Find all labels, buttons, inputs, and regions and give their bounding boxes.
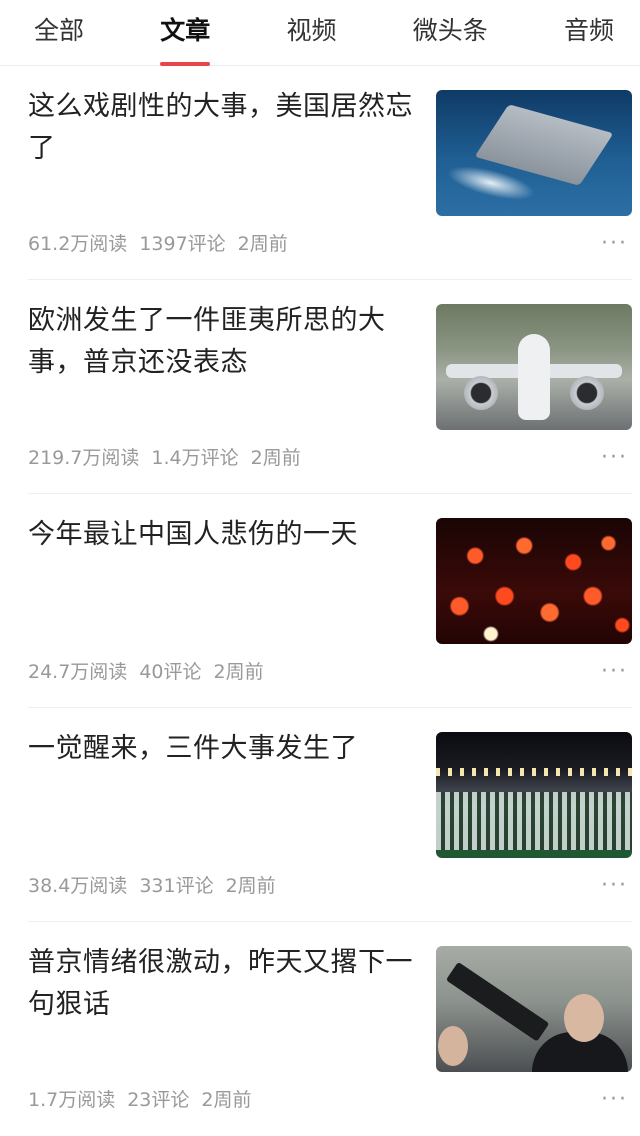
more-dots-icon[interactable]: ··· [601,875,628,897]
article-item[interactable]: 普京情绪很激动，昨天又撂下一句狠话 1.7万阅读 23评论 2周前 ··· [28,922,632,1136]
tab-bar: 全部 文章 视频 微头条 音频 [0,0,640,66]
thumb-detail [570,376,604,410]
article-title[interactable]: 今年最让中国人悲伤的一天 [28,514,413,556]
more-dots-icon[interactable]: ··· [601,233,628,255]
article-title[interactable]: 欧洲发生了一件匪夷所思的大事，普京还没表态 [28,300,413,384]
comment-count: 40评论 [139,661,202,683]
comment-count: 1397评论 [139,233,226,255]
publish-time: 2周前 [237,233,288,255]
article-meta: 24.7万阅读 40评论 2周前 [28,658,264,686]
comment-count: 23评论 [127,1089,190,1111]
article-thumbnail[interactable] [436,732,632,858]
more-dots-icon[interactable]: ··· [601,661,628,683]
more-dots-icon[interactable]: ··· [601,447,628,469]
article-meta: 38.4万阅读 331评论 2周前 [28,872,276,900]
comment-count: 1.4万评论 [151,447,239,469]
publish-time: 2周前 [250,447,301,469]
article-item[interactable]: 今年最让中国人悲伤的一天 24.7万阅读 40评论 2周前 ··· [28,494,632,708]
article-meta: 61.2万阅读 1397评论 2周前 [28,230,288,258]
article-meta: 219.7万阅读 1.4万评论 2周前 [28,444,301,472]
tab-videos[interactable]: 视频 [286,0,336,66]
publish-time: 2周前 [201,1089,252,1111]
article-item[interactable]: 这么戏剧性的大事，美国居然忘了 61.2万阅读 1397评论 2周前 ··· [28,66,632,280]
tab-all[interactable]: 全部 [34,0,84,66]
article-item[interactable]: 一觉醒来，三件大事发生了 38.4万阅读 331评论 2周前 ··· [28,708,632,922]
article-title[interactable]: 普京情绪很激动，昨天又撂下一句狠话 [28,942,413,1026]
thumb-detail [436,768,632,776]
tab-micro-headlines[interactable]: 微头条 [413,0,488,66]
article-thumbnail[interactable] [436,518,632,644]
comment-count: 331评论 [139,875,214,897]
article-thumbnail[interactable] [436,90,632,216]
article-title[interactable]: 一觉醒来，三件大事发生了 [28,728,413,770]
thumb-detail [464,376,498,410]
article-list: 这么戏剧性的大事，美国居然忘了 61.2万阅读 1397评论 2周前 ··· 欧… [0,66,640,1136]
read-count: 61.2万阅读 [28,233,128,255]
read-count: 38.4万阅读 [28,875,128,897]
read-count: 1.7万阅读 [28,1089,116,1111]
thumb-detail [564,994,604,1042]
tab-articles[interactable]: 文章 [160,0,211,66]
article-thumbnail[interactable] [436,304,632,430]
read-count: 24.7万阅读 [28,661,128,683]
more-dots-icon[interactable]: ··· [601,1089,628,1111]
tab-audio[interactable]: 音频 [564,0,614,66]
article-thumbnail[interactable] [436,946,632,1072]
thumb-detail [438,1026,468,1066]
publish-time: 2周前 [225,875,276,897]
thumb-detail [436,792,632,850]
article-meta: 1.7万阅读 23评论 2周前 [28,1086,252,1114]
article-item[interactable]: 欧洲发生了一件匪夷所思的大事，普京还没表态 219.7万阅读 1.4万评论 2周… [28,280,632,494]
read-count: 219.7万阅读 [28,447,140,469]
publish-time: 2周前 [213,661,264,683]
thumb-detail [518,334,550,420]
article-title[interactable]: 这么戏剧性的大事，美国居然忘了 [28,86,413,170]
